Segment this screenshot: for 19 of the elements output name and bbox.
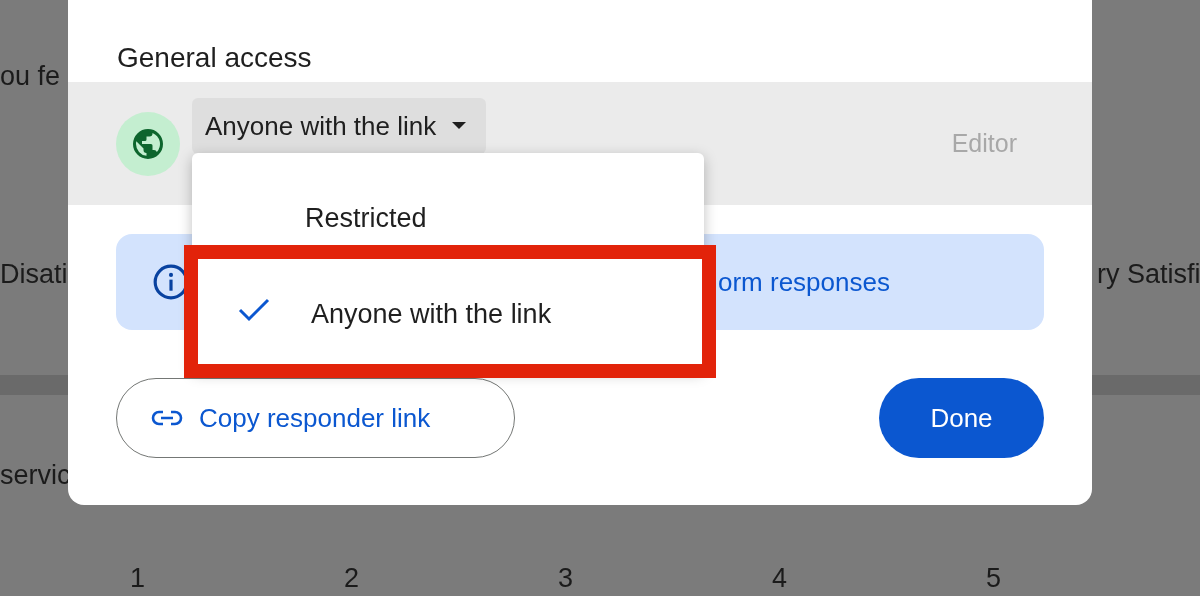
question-text: ou fe — [0, 60, 61, 92]
scale-label: ry Satisfi — [1096, 258, 1200, 290]
access-dropdown[interactable]: Anyone with the link — [192, 98, 487, 154]
copy-link-button[interactable]: Copy responder link — [116, 378, 515, 458]
scale-label: Disati — [0, 258, 68, 290]
section-title: General access — [116, 41, 313, 75]
banner-text: orm responses — [718, 266, 890, 298]
check-icon — [238, 298, 270, 322]
scale-number: 3 — [558, 562, 575, 594]
link-icon — [151, 410, 183, 426]
menu-item[interactable]: Restricted — [192, 170, 704, 266]
question-text: servic — [0, 459, 71, 491]
scale-number: 1 — [130, 562, 147, 594]
caret-icon — [452, 122, 467, 130]
scale-number: 4 — [772, 562, 789, 594]
done-button[interactable]: Done — [879, 378, 1044, 458]
scale-number: 2 — [344, 562, 361, 594]
role-label: Editor — [951, 129, 1017, 158]
scale-number: 5 — [986, 562, 1003, 594]
